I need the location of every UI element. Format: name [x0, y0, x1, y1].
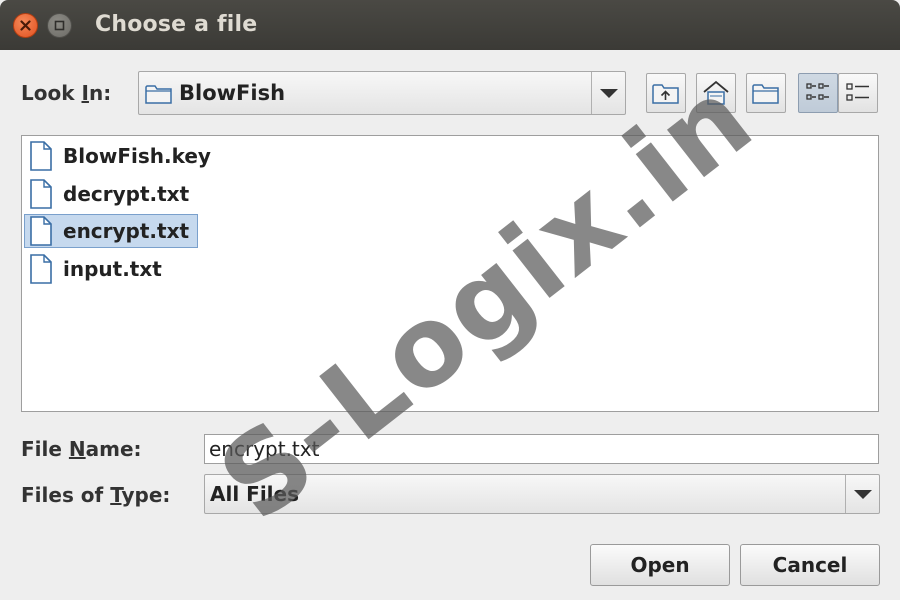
close-window-button[interactable]: [13, 13, 38, 38]
close-icon: [20, 20, 31, 31]
file-name-input[interactable]: encrypt.txt: [204, 434, 879, 464]
look-in-value: BlowFish: [179, 81, 286, 105]
file-item-selected[interactable]: encrypt.txt: [24, 214, 199, 248]
file-item[interactable]: BlowFish.key: [24, 139, 220, 173]
look-in-combo[interactable]: BlowFish: [138, 71, 626, 115]
cancel-button[interactable]: Cancel: [740, 544, 880, 586]
file-list[interactable]: BlowFish.key decrypt.txt encrypt.txt inp…: [21, 135, 879, 412]
minimize-icon: [54, 20, 65, 31]
minimize-window-button[interactable]: [47, 13, 72, 38]
window-title: Choose a file: [95, 12, 258, 37]
file-icon: [30, 216, 52, 246]
list-view-button[interactable]: [798, 73, 838, 113]
chevron-down-icon: [599, 88, 618, 98]
file-name: BlowFish.key: [63, 144, 211, 168]
list-view-icon: [806, 83, 829, 100]
files-of-type-value: All Files: [210, 482, 299, 506]
files-of-type-label: Files of Type:: [21, 483, 171, 507]
file-item[interactable]: decrypt.txt: [24, 177, 198, 211]
file-icon: [30, 141, 52, 171]
details-view-button[interactable]: [838, 73, 878, 113]
file-item[interactable]: input.txt: [24, 252, 171, 286]
file-name: input.txt: [63, 257, 162, 281]
files-of-type-combo[interactable]: All Files: [204, 474, 880, 514]
file-icon: [30, 179, 52, 209]
files-of-type-dropdown-button[interactable]: [845, 475, 879, 513]
home-icon: [703, 80, 729, 105]
new-folder-button[interactable]: [746, 73, 786, 113]
file-name-label: File Name:: [21, 437, 142, 461]
folder-icon: [145, 85, 172, 104]
new-folder-icon: [752, 84, 779, 104]
title-bar: Choose a file: [0, 0, 900, 50]
up-one-level-button[interactable]: [646, 73, 686, 113]
look-in-dropdown-button[interactable]: [591, 72, 625, 114]
home-button[interactable]: [696, 73, 736, 113]
look-in-label: Look In:: [21, 81, 112, 105]
chevron-down-icon: [853, 489, 872, 499]
details-view-icon: [846, 83, 869, 101]
up-one-level-icon: [652, 84, 679, 104]
file-icon: [30, 254, 52, 284]
open-button[interactable]: Open: [590, 544, 730, 586]
file-name: encrypt.txt: [63, 219, 190, 243]
file-name: decrypt.txt: [63, 182, 190, 206]
